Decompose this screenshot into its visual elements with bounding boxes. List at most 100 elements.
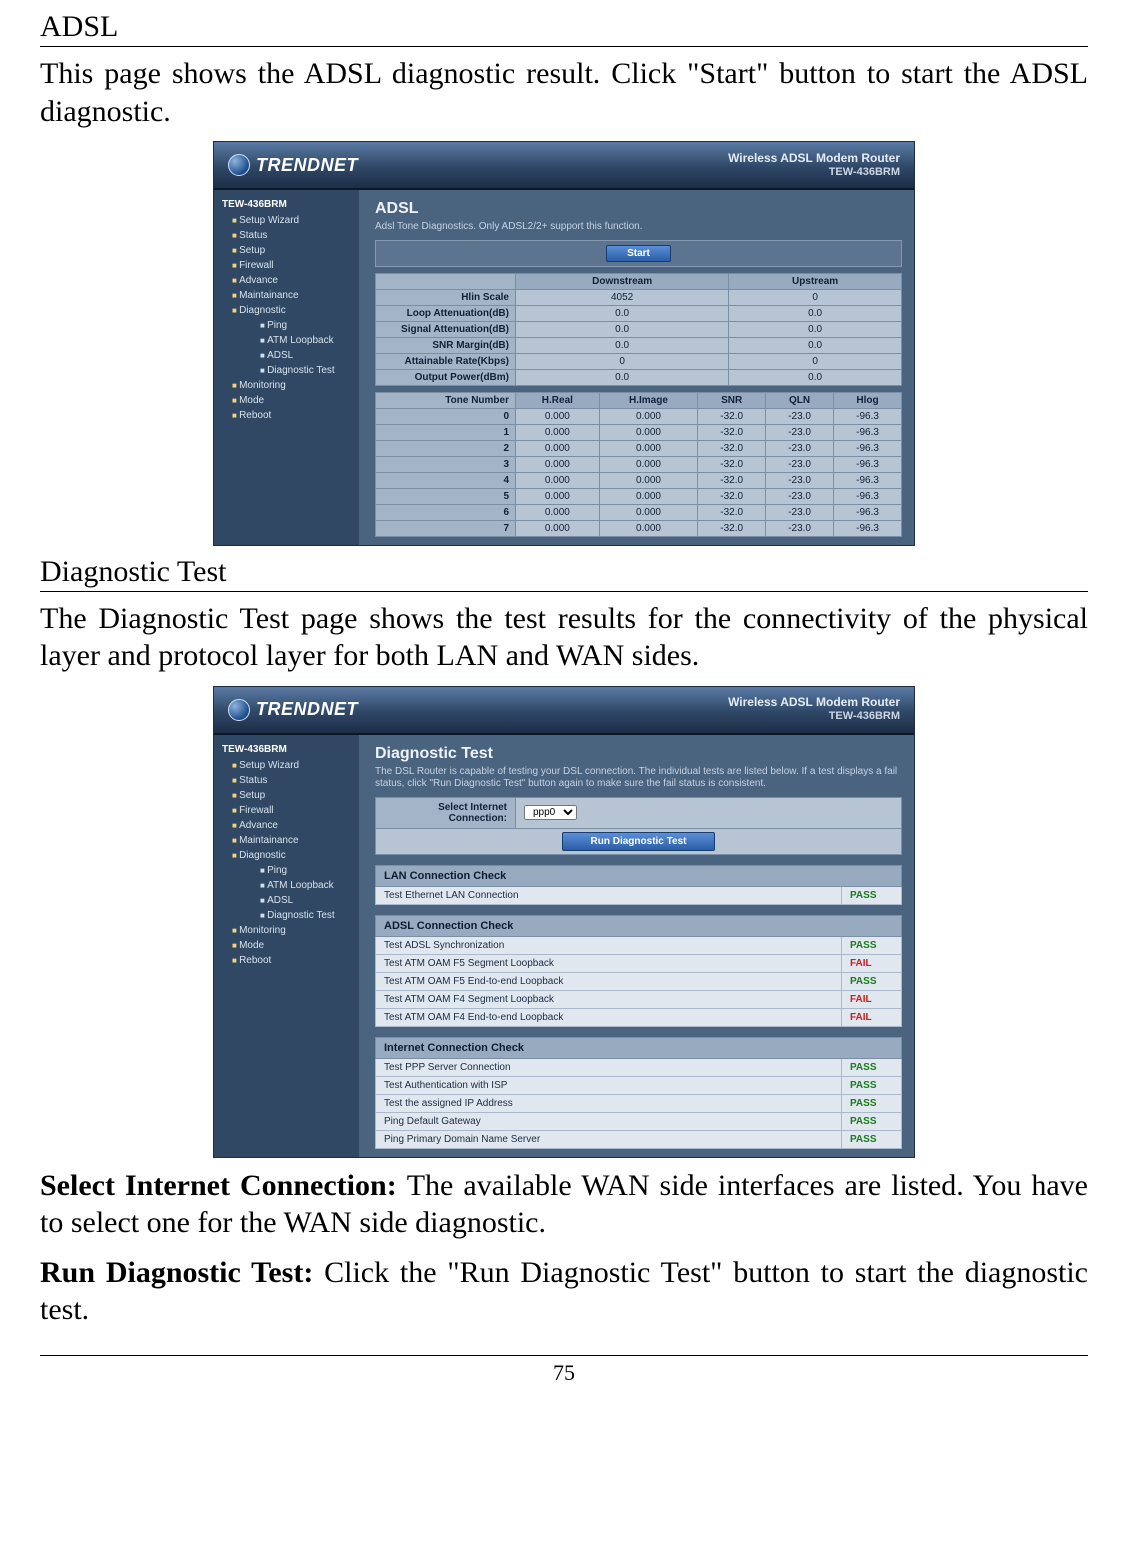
nav-reboot-2[interactable]: Reboot (218, 953, 359, 968)
tone-himage: 0.000 (599, 472, 697, 488)
router-nav-2: TEW-436BRM Setup Wizard Status Setup Fir… (214, 735, 359, 1157)
adsl-row-label: Test ATM OAM F4 End-to-end Loopback (376, 1009, 841, 1026)
tone-himage: 0.000 (599, 456, 697, 472)
metrics-row-label: Loop Attenuation(dB) (376, 305, 516, 321)
inet-row: Test the assigned IP AddressPASS (375, 1095, 902, 1113)
run-diag-row: Run Diagnostic Test (375, 829, 902, 855)
adsl-row: Test ATM OAM F4 Segment LoopbackFAIL (375, 991, 902, 1009)
screenshot-adsl: TRENDNET Wireless ADSL Modem Router TEW-… (40, 142, 1088, 545)
metrics-upstream: 0.0 (729, 369, 902, 385)
inet-row: Ping Primary Domain Name ServerPASS (375, 1131, 902, 1149)
nav-atm-loopback[interactable]: ATM Loopback (246, 333, 359, 348)
metrics-row: SNR Margin(dB)0.00.0 (376, 337, 902, 353)
metrics-downstream: 4052 (516, 289, 729, 305)
tone-hlog: -96.3 (834, 504, 902, 520)
router-nav: TEW-436BRM Setup Wizard Status Setup Fir… (214, 190, 359, 545)
tone-hreal: 0.000 (516, 456, 600, 472)
paragraph-diag-intro: The Diagnostic Test page shows the test … (40, 600, 1088, 675)
panel-title-adsl: ADSL (375, 200, 902, 218)
tone-snr: -32.0 (698, 488, 766, 504)
brand-swirl-icon-2 (228, 699, 250, 721)
start-button[interactable]: Start (606, 245, 671, 262)
tone-row: 70.0000.000-32.0-23.0-96.3 (376, 520, 902, 536)
nav-firewall[interactable]: Firewall (218, 258, 359, 273)
col-upstream: Upstream (729, 273, 902, 289)
metrics-downstream: 0.0 (516, 305, 729, 321)
tone-snr: -32.0 (698, 520, 766, 536)
tone-hlog: -96.3 (834, 408, 902, 424)
run-diagnostic-button[interactable]: Run Diagnostic Test (562, 832, 716, 851)
nav-ping[interactable]: Ping (246, 318, 359, 333)
nav-setup-2[interactable]: Setup (218, 788, 359, 803)
nav-diagnostic-test-2[interactable]: Diagnostic Test (246, 908, 359, 923)
nav-ping-2[interactable]: Ping (246, 863, 359, 878)
nav-diagnostic-2[interactable]: Diagnostic (218, 848, 359, 863)
tone-qln: -23.0 (766, 520, 834, 536)
adsl-row: Test ATM OAM F5 Segment LoopbackFAIL (375, 955, 902, 973)
nav-mode[interactable]: Mode (218, 393, 359, 408)
nav-mode-2[interactable]: Mode (218, 938, 359, 953)
router-product-2: Wireless ADSL Modem Router TEW-436BRM (728, 696, 900, 722)
select-connection-label: Select Internet Connection: (376, 798, 516, 828)
inet-row-label: Ping Default Gateway (376, 1113, 841, 1130)
router-header: TRENDNET Wireless ADSL Modem Router TEW-… (214, 142, 914, 190)
nav-advance[interactable]: Advance (218, 273, 359, 288)
nav-adsl[interactable]: ADSL (246, 348, 359, 363)
tone-row: 40.0000.000-32.0-23.0-96.3 (376, 472, 902, 488)
nav-advance-2[interactable]: Advance (218, 818, 359, 833)
brand-swirl-icon (228, 154, 250, 176)
nav-status[interactable]: Status (218, 228, 359, 243)
panel-desc-adsl: Adsl Tone Diagnostics. Only ADSL2/2+ sup… (375, 221, 902, 234)
adsl-row-result: FAIL (841, 955, 901, 972)
tone-hlog: -96.3 (834, 472, 902, 488)
col-downstream: Downstream (516, 273, 729, 289)
nav-firewall-2[interactable]: Firewall (218, 803, 359, 818)
nav-setup[interactable]: Setup (218, 243, 359, 258)
metrics-upstream: 0.0 (729, 305, 902, 321)
nav-status-2[interactable]: Status (218, 773, 359, 788)
nav-setup-wizard-2[interactable]: Setup Wizard (218, 758, 359, 773)
nav-diagnostic[interactable]: Diagnostic (218, 303, 359, 318)
tone-row: 50.0000.000-32.0-23.0-96.3 (376, 488, 902, 504)
tone-himage: 0.000 (599, 440, 697, 456)
nav-maintainance-2[interactable]: Maintainance (218, 833, 359, 848)
inet-row-result: PASS (841, 1131, 901, 1148)
nav-monitoring-2[interactable]: Monitoring (218, 923, 359, 938)
col-hreal: H.Real (516, 392, 600, 408)
metrics-row: Attainable Rate(Kbps)00 (376, 353, 902, 369)
nav-diagnostic-test[interactable]: Diagnostic Test (246, 363, 359, 378)
inet-row: Test Authentication with ISPPASS (375, 1077, 902, 1095)
nav-reboot[interactable]: Reboot (218, 408, 359, 423)
lan-section-header: LAN Connection Check (375, 865, 902, 887)
nav-atm-loopback-2[interactable]: ATM Loopback (246, 878, 359, 893)
tone-hreal: 0.000 (516, 488, 600, 504)
nav-monitoring[interactable]: Monitoring (218, 378, 359, 393)
tone-qln: -23.0 (766, 472, 834, 488)
nav-root[interactable]: TEW-436BRM (218, 196, 359, 213)
nav-maintainance[interactable]: Maintainance (218, 288, 359, 303)
nav-root-2[interactable]: TEW-436BRM (218, 741, 359, 758)
brand-text: TRENDNET (256, 155, 358, 176)
select-connection-row: Select Internet Connection: ppp0 (375, 797, 902, 829)
metrics-upstream: 0 (729, 289, 902, 305)
router-product: Wireless ADSL Modem Router TEW-436BRM (728, 152, 900, 178)
metrics-downstream: 0 (516, 353, 729, 369)
heading-diagnostic-test: Diagnostic Test (40, 555, 1088, 592)
tone-qln: -23.0 (766, 424, 834, 440)
col-tone-number: Tone Number (376, 392, 516, 408)
router-header-2: TRENDNET Wireless ADSL Modem Router TEW-… (214, 687, 914, 735)
select-connection[interactable]: ppp0 (524, 805, 577, 820)
inet-row-label: Test the assigned IP Address (376, 1095, 841, 1112)
tone-hreal: 0.000 (516, 504, 600, 520)
inet-row-result: PASS (841, 1077, 901, 1094)
router-brand: TRENDNET (228, 154, 358, 176)
tone-hlog: -96.3 (834, 440, 902, 456)
nav-setup-wizard[interactable]: Setup Wizard (218, 213, 359, 228)
tone-qln: -23.0 (766, 440, 834, 456)
tone-himage: 0.000 (599, 488, 697, 504)
tone-hreal: 0.000 (516, 520, 600, 536)
metrics-upstream: 0.0 (729, 337, 902, 353)
nav-adsl-2[interactable]: ADSL (246, 893, 359, 908)
tone-hlog: -96.3 (834, 456, 902, 472)
tone-hlog: -96.3 (834, 488, 902, 504)
